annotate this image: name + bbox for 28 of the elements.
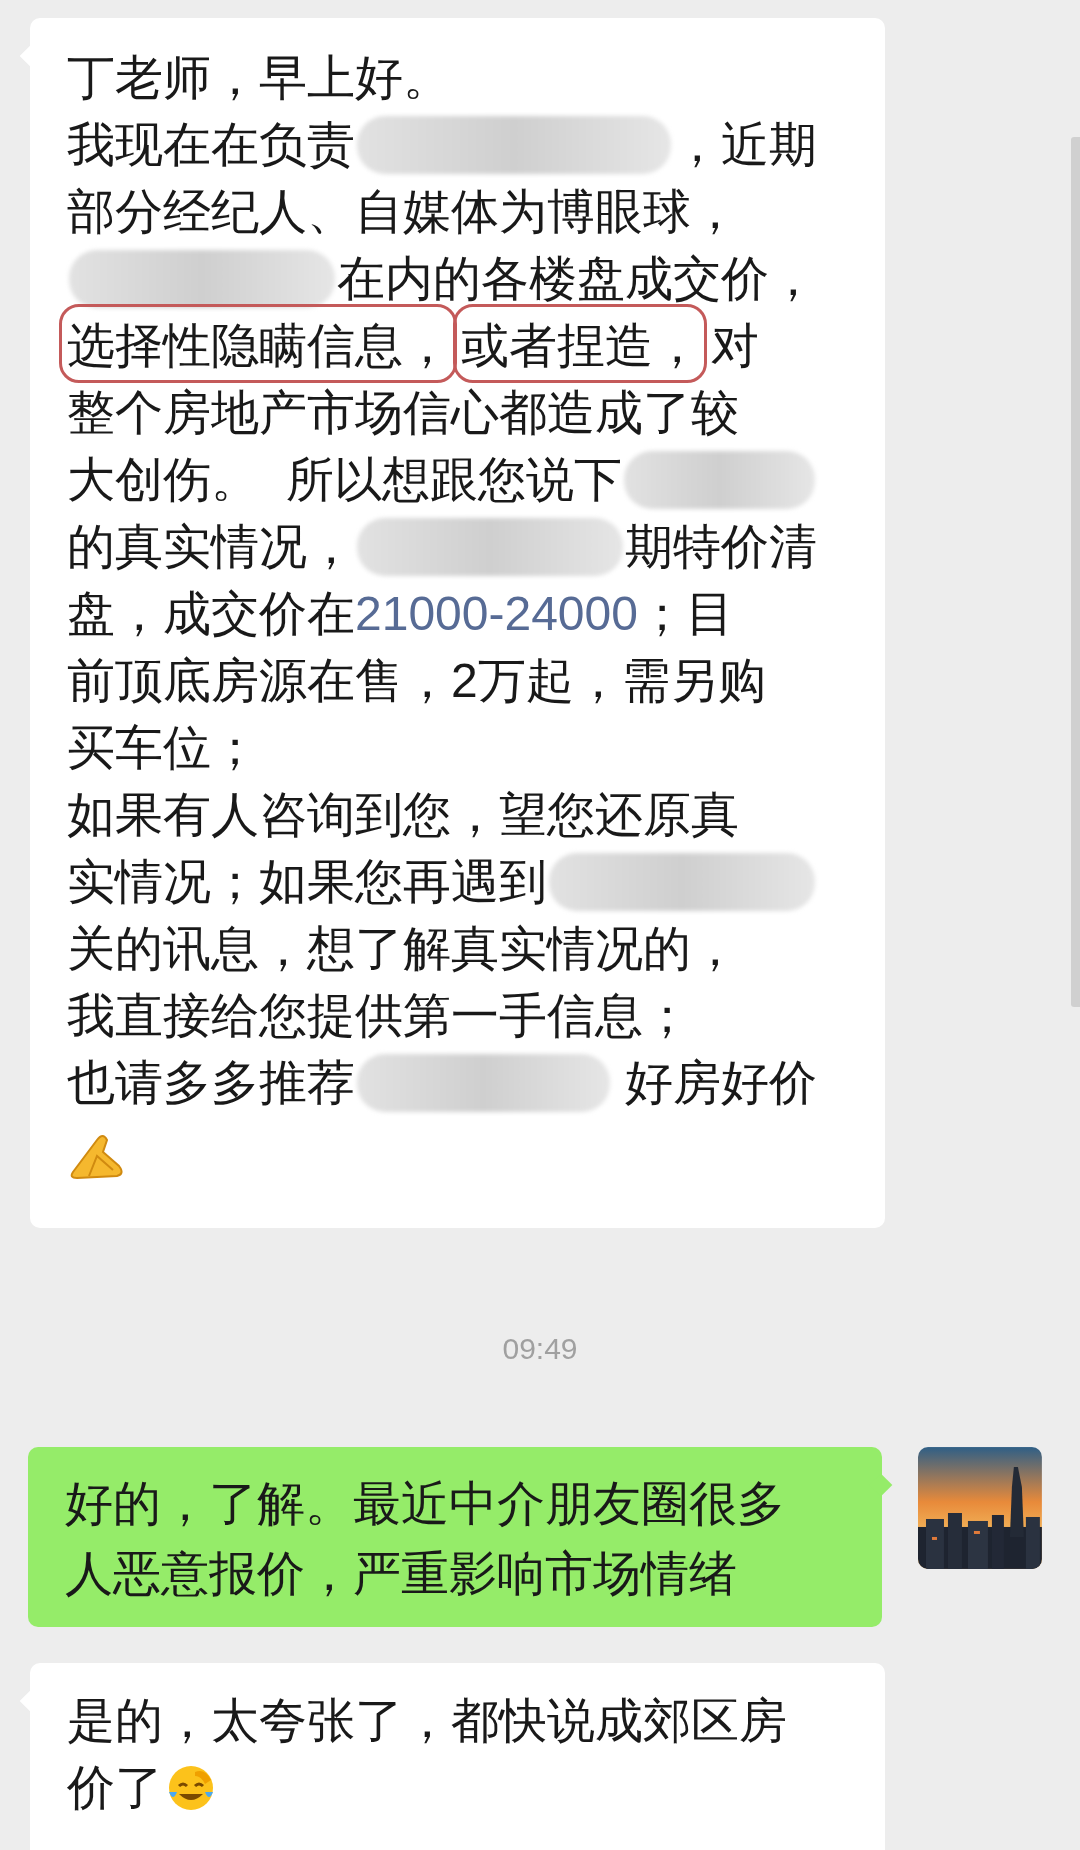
message-text: 是的，太夸张了，都快说成郊区房 [67, 1693, 787, 1749]
message-text: 盘，成交价在 [67, 586, 355, 642]
message-text: 关的讯息，想了解真实情况的， [67, 921, 739, 977]
scrollbar-thumb[interactable] [1071, 137, 1080, 1007]
message-text: 我现在在负责 [67, 117, 355, 173]
message-text: 选择性隐瞒信息， [67, 318, 451, 374]
message-text: 对 [711, 318, 759, 374]
number-link[interactable]: 21000-24000 [355, 580, 638, 647]
message-text: 买车位； [67, 720, 259, 776]
message-text: ；目 [637, 586, 734, 642]
message-text: 在内的各楼盘成交价， [337, 251, 817, 307]
message-text: 前顶底房源在售，2万起，需另购 [67, 653, 766, 709]
message-text: 或者捏造， [461, 318, 701, 374]
message-text: 我直接给您提供第一手信息； [67, 988, 691, 1044]
message-text: 期特价清 [625, 519, 817, 575]
message-text: 好房好价 [624, 1055, 817, 1111]
message-text: 也请多多推荐 [67, 1055, 355, 1111]
message-text: 大创伤。 所以想跟您说下 [67, 452, 622, 508]
message-text: 的真实情况， [67, 519, 355, 575]
message-text: 丁老师，早上好。 [67, 50, 451, 106]
message-text: 好的，了解。最近中介朋友圈很多人恶意报价，严重影响市场情绪 [65, 1477, 785, 1600]
message-text: ，近期 [673, 117, 817, 173]
message-text: 价了 [67, 1760, 163, 1816]
message-text: 实情况；如果您再遇到 [67, 854, 547, 910]
message-text: 部分经纪人、自媒体为博眼球， [67, 184, 739, 240]
timestamp: 09:49 [502, 1331, 578, 1367]
message-text: 如果有人咨询到您，望您还原真 [67, 787, 739, 843]
message-text: 整个房地产市场信心都造成了较 [67, 385, 739, 441]
